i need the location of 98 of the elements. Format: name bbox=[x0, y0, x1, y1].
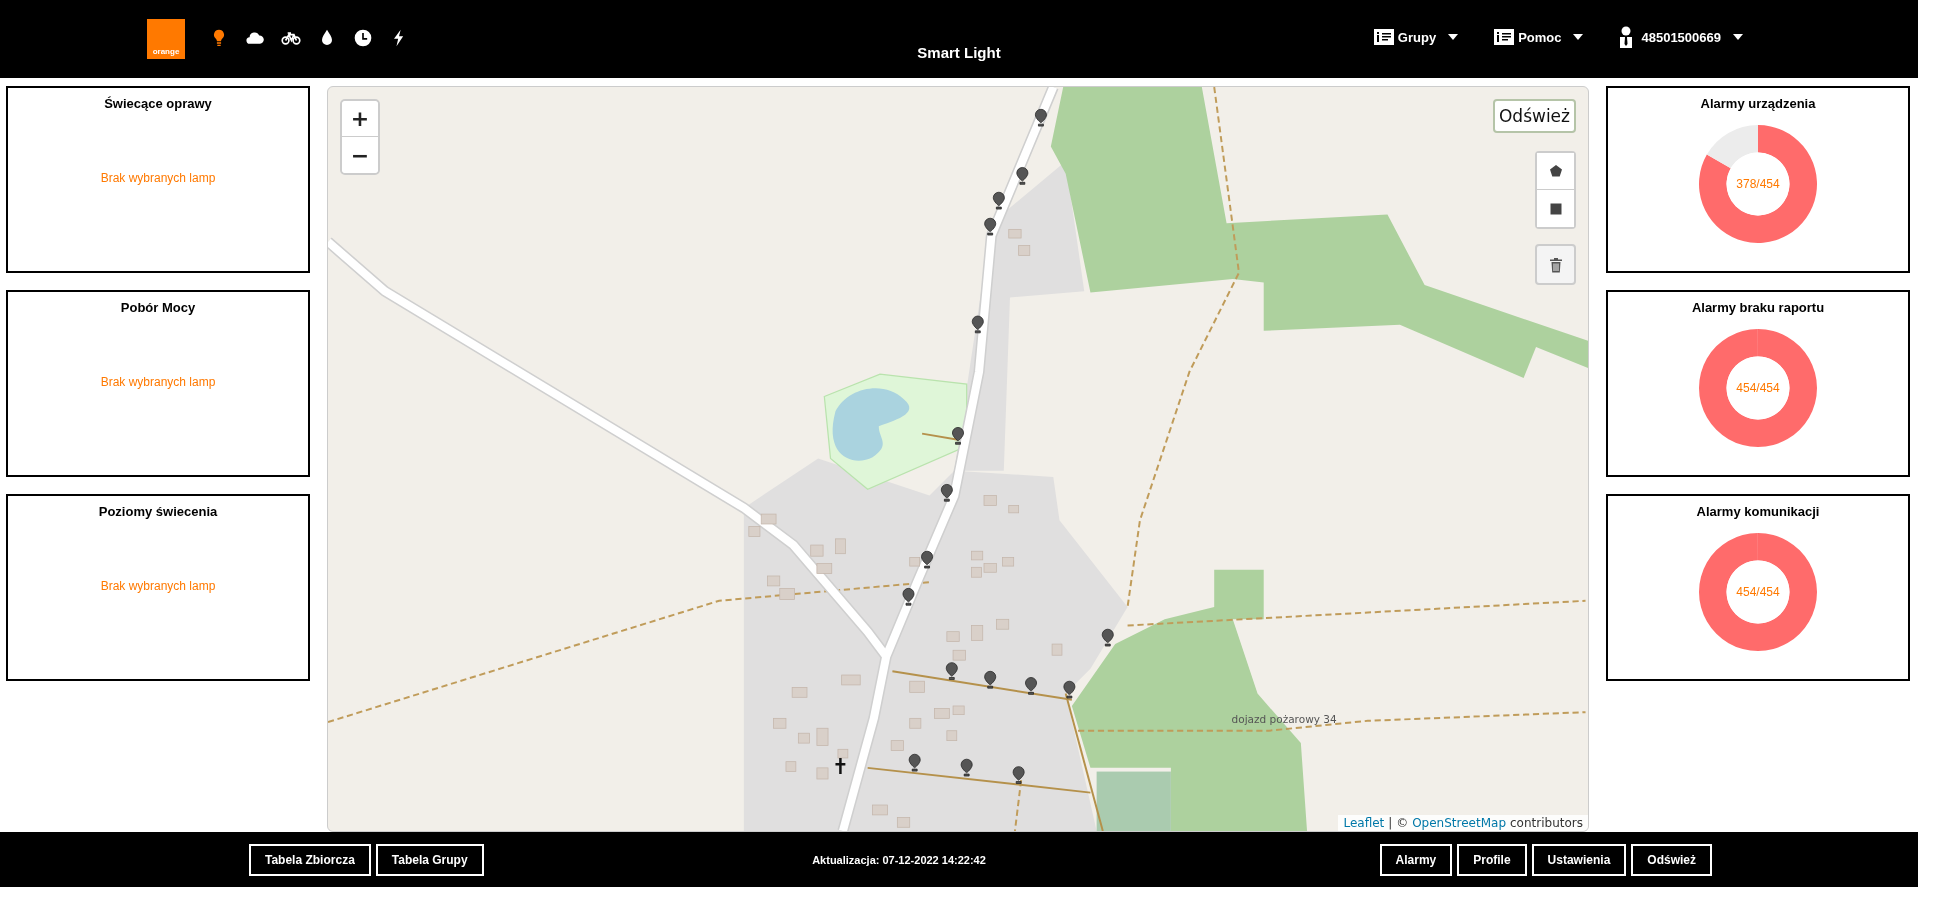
map-pin-icon[interactable] bbox=[902, 588, 915, 606]
info-list-icon bbox=[1373, 29, 1394, 45]
info-list-icon bbox=[1494, 29, 1515, 45]
refresh-button[interactable]: Odśwież bbox=[1492, 99, 1576, 133]
building bbox=[909, 718, 922, 729]
footer-button[interactable]: Tabela Grupy bbox=[375, 843, 484, 876]
menu-dropdown[interactable]: Grupy bbox=[1373, 26, 1459, 48]
panel-title: Alarmy komunikacji bbox=[1696, 504, 1820, 519]
clock-icon[interactable] bbox=[353, 28, 373, 48]
road-label: dojazd pożarowy 34 bbox=[1231, 713, 1337, 726]
empty-message: Brak wybranych lamp bbox=[100, 375, 216, 389]
building bbox=[1008, 229, 1022, 239]
map-pin-icon[interactable] bbox=[1016, 167, 1029, 185]
caret-icon bbox=[1733, 34, 1743, 40]
zoom-in-button[interactable]: + bbox=[342, 101, 378, 137]
donut-value: 378/454 bbox=[1736, 177, 1780, 191]
user-icon bbox=[1619, 26, 1634, 48]
building bbox=[837, 748, 849, 759]
building bbox=[1002, 557, 1015, 567]
map-pin-icon[interactable] bbox=[952, 427, 964, 445]
caret-icon bbox=[1573, 34, 1584, 40]
empty-message: Brak wybranych lamp bbox=[100, 171, 216, 185]
building bbox=[890, 740, 904, 751]
map-pin-icon[interactable] bbox=[908, 753, 921, 772]
map-pin-icon[interactable] bbox=[1025, 677, 1037, 695]
building bbox=[971, 566, 982, 578]
panel-title: Pobór Mocy bbox=[120, 300, 196, 315]
map-pin-icon[interactable] bbox=[1035, 108, 1047, 127]
building bbox=[797, 732, 810, 744]
building bbox=[946, 631, 960, 642]
building bbox=[767, 575, 781, 587]
building bbox=[983, 495, 997, 506]
building bbox=[810, 544, 824, 557]
panel-title: Świecące oprawy bbox=[104, 96, 212, 111]
building bbox=[946, 730, 958, 741]
map-pin-icon[interactable] bbox=[1012, 766, 1025, 784]
building bbox=[748, 526, 761, 537]
openstreetmap-link[interactable]: OpenStreetMap bbox=[1412, 816, 1506, 830]
map-pin-icon[interactable] bbox=[921, 550, 933, 569]
trash-icon bbox=[1548, 256, 1563, 273]
building bbox=[872, 804, 888, 816]
building bbox=[996, 618, 1010, 630]
building bbox=[779, 588, 795, 600]
map-pin-icon[interactable] bbox=[1101, 628, 1114, 647]
building bbox=[1008, 505, 1019, 514]
building bbox=[971, 550, 984, 561]
building bbox=[1051, 643, 1063, 656]
building bbox=[952, 705, 965, 715]
building bbox=[791, 687, 808, 698]
map-pin-icon[interactable] bbox=[984, 670, 997, 689]
donut-value: 454/454 bbox=[1736, 585, 1780, 599]
attribution-text: contributors bbox=[1510, 816, 1583, 830]
building bbox=[897, 817, 911, 828]
building bbox=[952, 649, 966, 661]
map-pin-icon[interactable] bbox=[984, 217, 997, 236]
attribution-separator: | © bbox=[1388, 816, 1409, 830]
leaflet-link[interactable]: Leaflet bbox=[1343, 816, 1385, 830]
square-icon bbox=[1548, 201, 1563, 216]
footer-button[interactable]: Ustawienia bbox=[1531, 843, 1627, 876]
panel-title: Alarmy urządzenia bbox=[1700, 96, 1816, 111]
footer-button[interactable]: Odśwież bbox=[1631, 843, 1712, 876]
building bbox=[816, 767, 829, 780]
map-pin-icon[interactable] bbox=[992, 191, 1005, 210]
menu-dropdown[interactable]: Pomoc bbox=[1494, 26, 1584, 48]
update-timestamp: Aktualizacja: 07-12-2022 14:22:42 bbox=[812, 853, 986, 866]
building bbox=[816, 727, 829, 746]
pentagon-icon bbox=[1548, 164, 1563, 178]
building bbox=[909, 680, 925, 693]
map-pin-icon[interactable] bbox=[960, 758, 973, 777]
building bbox=[835, 538, 846, 555]
menu-dropdown[interactable]: 48501500669 bbox=[1619, 26, 1743, 48]
map-pin-icon[interactable] bbox=[945, 662, 958, 680]
map-pin-icon[interactable] bbox=[1063, 680, 1076, 699]
building bbox=[934, 708, 950, 719]
map-view[interactable]: dojazd pożarowy 34 + − Odśwież Leaflet | © OpenStreetMap contributors bbox=[327, 86, 1589, 832]
panel-title: Alarmy braku raportu bbox=[1691, 300, 1825, 315]
building bbox=[773, 718, 787, 729]
building bbox=[816, 563, 833, 574]
building bbox=[760, 513, 777, 525]
donut-value: 454/454 bbox=[1736, 381, 1780, 395]
building bbox=[971, 625, 984, 641]
caret-icon bbox=[1448, 34, 1459, 40]
delete-button[interactable] bbox=[1535, 244, 1576, 285]
polygon-draw-button[interactable] bbox=[1537, 153, 1574, 190]
map-pin-icon[interactable] bbox=[971, 315, 984, 334]
building bbox=[983, 563, 997, 573]
building bbox=[841, 674, 861, 686]
panel-title: Poziomy świecenia bbox=[98, 504, 218, 519]
app-title: Smart Light bbox=[916, 44, 1002, 61]
footer-button[interactable]: Alarmy bbox=[1379, 843, 1453, 876]
cross-icon bbox=[835, 757, 846, 775]
building bbox=[909, 557, 920, 567]
map-pin-icon[interactable] bbox=[940, 484, 953, 502]
footer-button[interactable]: Profile bbox=[1457, 843, 1527, 876]
building bbox=[785, 761, 797, 772]
building bbox=[1018, 245, 1031, 256]
footer-button[interactable]: Tabela Zbiorcza bbox=[249, 843, 371, 876]
empty-message: Brak wybranych lamp bbox=[100, 579, 216, 593]
